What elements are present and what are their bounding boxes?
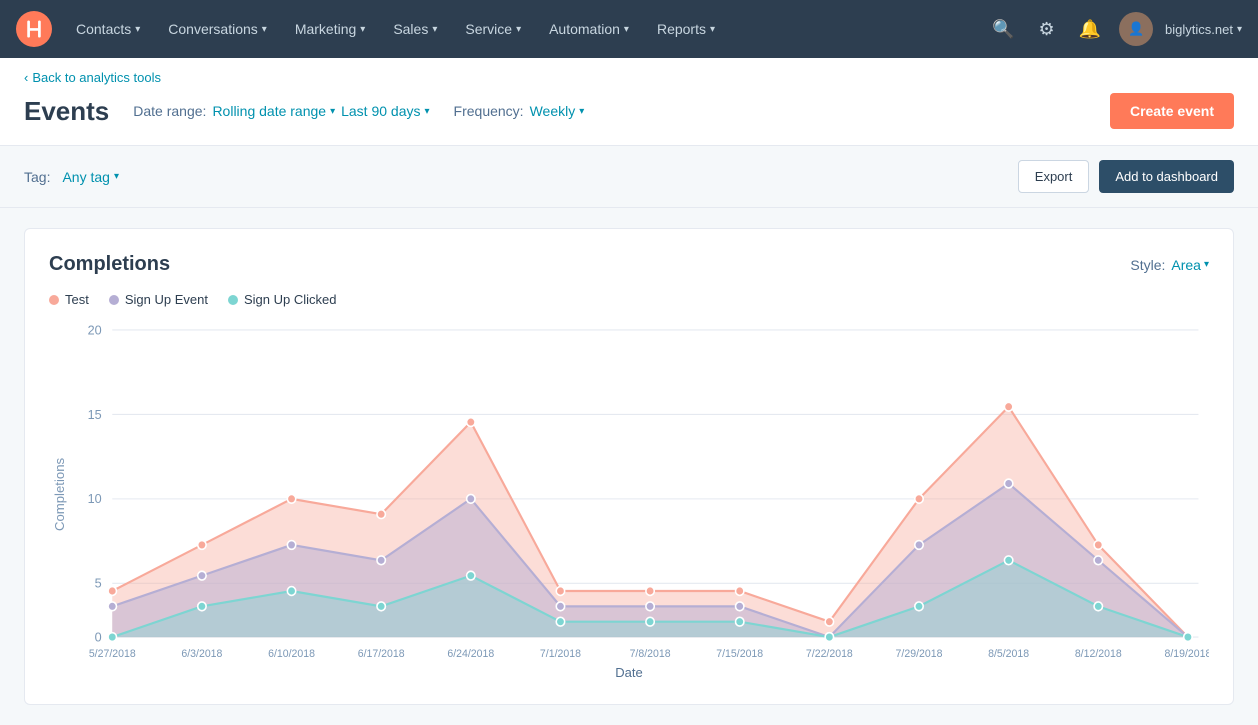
chart-container: Completions Style: Area ▾ Test Sign Up E… (24, 228, 1234, 705)
svg-text:8/12/2018: 8/12/2018 (1075, 648, 1122, 659)
tag-label: Tag: (24, 169, 50, 185)
date-period-dropdown[interactable]: Last 90 days ▾ (341, 103, 429, 119)
nav-reports[interactable]: Reports ▾ (645, 13, 727, 45)
page-title: Events (24, 96, 109, 127)
svg-text:6/24/2018: 6/24/2018 (447, 648, 494, 659)
chevron-down-icon: ▾ (262, 24, 267, 35)
x-axis-title: Date (49, 665, 1209, 680)
svg-text:15: 15 (88, 407, 102, 422)
svg-text:Completions: Completions (52, 458, 67, 531)
chevron-down-icon: ▾ (579, 106, 584, 117)
legend-signup-clicked: Sign Up Clicked (228, 292, 337, 307)
svg-text:7/1/2018: 7/1/2018 (540, 648, 581, 659)
legend-signup-event: Sign Up Event (109, 292, 208, 307)
page-header-row: Events Date range: Rolling date range ▾ … (24, 93, 1234, 145)
svg-text:7/15/2018: 7/15/2018 (716, 648, 763, 659)
chart-style-group: Style: Area ▾ (1130, 257, 1209, 273)
legend-dot-signup-clicked (228, 295, 238, 305)
chevron-down-icon: ▾ (330, 106, 335, 117)
settings-icon[interactable]: ⚙ (1032, 13, 1060, 46)
subheader: ‹ Back to analytics tools Events Date ra… (0, 58, 1258, 146)
nav-contacts[interactable]: Contacts ▾ (64, 13, 152, 45)
date-range-dropdown[interactable]: Rolling date range ▾ (212, 103, 335, 119)
nav-right: 🔍 ⚙ 🔔 👤 biglytics.net ▾ (986, 12, 1242, 46)
svg-text:7/29/2018: 7/29/2018 (896, 648, 943, 659)
chevron-down-icon: ▾ (432, 24, 437, 35)
chart-header: Completions Style: Area ▾ (49, 253, 1209, 276)
svg-text:20: 20 (88, 322, 102, 337)
toolbar-right: Export Add to dashboard (1018, 160, 1234, 193)
chevron-down-icon: ▾ (1204, 259, 1209, 270)
hubspot-logo[interactable] (16, 11, 52, 47)
svg-text:8/5/2018: 8/5/2018 (988, 648, 1029, 659)
chart-area: 20 15 10 5 0 Completions 5/27/2018 6/3/2… (49, 319, 1209, 659)
frequency-dropdown[interactable]: Weekly ▾ (530, 103, 585, 119)
nav-marketing[interactable]: Marketing ▾ (283, 13, 378, 45)
legend-dot-test (49, 295, 59, 305)
nav-conversations[interactable]: Conversations ▾ (156, 13, 279, 45)
chevron-down-icon: ▾ (624, 24, 629, 35)
search-icon[interactable]: 🔍 (986, 13, 1020, 46)
toolbar: Tag: Any tag ▾ Export Add to dashboard (0, 146, 1258, 208)
notification-icon[interactable]: 🔔 (1073, 13, 1107, 46)
tag-dropdown[interactable]: Any tag ▾ (62, 169, 119, 185)
frequency-group: Frequency: Weekly ▾ (454, 103, 585, 119)
chevron-down-icon: ▾ (710, 24, 715, 35)
chevron-down-icon: ▾ (425, 106, 430, 117)
date-range-group: Date range: Rolling date range ▾ Last 90… (133, 103, 429, 119)
chart-title: Completions (49, 253, 170, 276)
nav-automation[interactable]: Automation ▾ (537, 13, 641, 45)
svg-text:6/10/2018: 6/10/2018 (268, 648, 315, 659)
nav-service[interactable]: Service ▾ (453, 13, 533, 45)
svg-text:10: 10 (88, 491, 102, 506)
back-link[interactable]: ‹ Back to analytics tools (24, 70, 1234, 85)
chevron-down-icon: ▾ (516, 24, 521, 35)
avatar[interactable]: 👤 (1119, 12, 1153, 46)
svg-text:0: 0 (95, 629, 102, 644)
export-button[interactable]: Export (1018, 160, 1090, 193)
legend-test: Test (49, 292, 89, 307)
chart-svg: 20 15 10 5 0 Completions 5/27/2018 6/3/2… (49, 319, 1209, 659)
svg-text:6/17/2018: 6/17/2018 (358, 648, 405, 659)
back-arrow-icon: ‹ (24, 70, 28, 85)
create-event-button[interactable]: Create event (1110, 93, 1234, 129)
svg-text:6/3/2018: 6/3/2018 (181, 648, 222, 659)
svg-text:7/22/2018: 7/22/2018 (806, 648, 853, 659)
svg-text:8/19/2018: 8/19/2018 (1164, 648, 1209, 659)
svg-text:5/27/2018: 5/27/2018 (89, 648, 136, 659)
chevron-down-icon: ▾ (1237, 24, 1242, 35)
svg-text:7/8/2018: 7/8/2018 (630, 648, 671, 659)
legend-dot-signup-event (109, 295, 119, 305)
svg-text:5: 5 (95, 575, 102, 590)
navbar: Contacts ▾ Conversations ▾ Marketing ▾ S… (0, 0, 1258, 58)
chevron-down-icon: ▾ (135, 24, 140, 35)
chevron-down-icon: ▾ (360, 24, 365, 35)
chart-legend: Test Sign Up Event Sign Up Clicked (49, 292, 1209, 307)
add-to-dashboard-button[interactable]: Add to dashboard (1099, 160, 1234, 193)
chart-style-dropdown[interactable]: Area ▾ (1171, 257, 1209, 273)
chevron-down-icon: ▾ (114, 171, 119, 182)
account-menu[interactable]: biglytics.net ▾ (1165, 22, 1242, 37)
nav-sales[interactable]: Sales ▾ (381, 13, 449, 45)
